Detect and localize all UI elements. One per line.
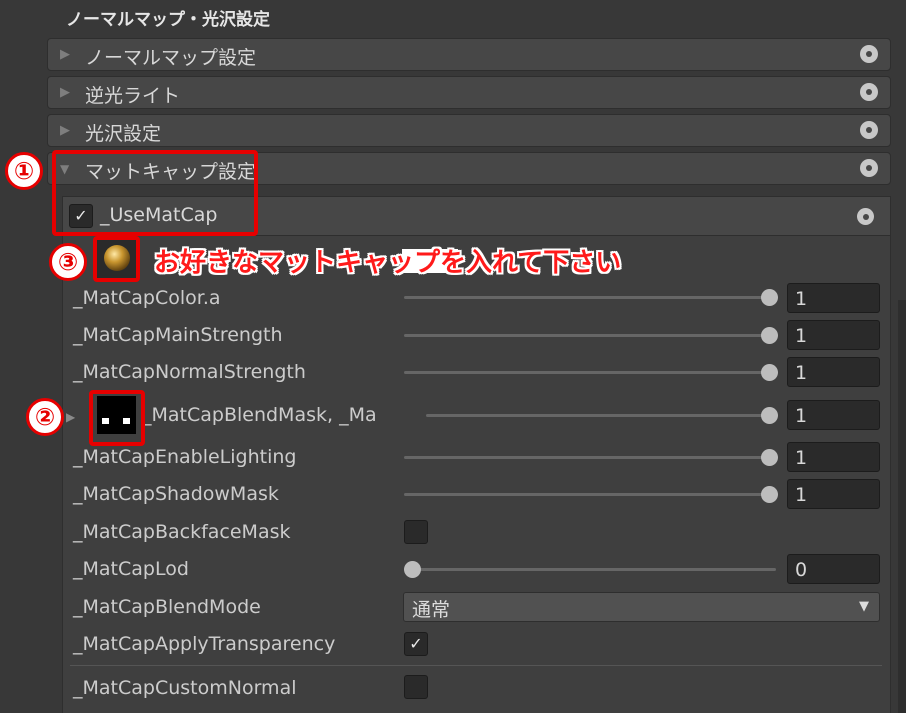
slider-track[interactable] [404,296,772,299]
value-field[interactable]: 1 [787,283,880,313]
value-field[interactable]: 1 [787,442,880,472]
foldout-label: ノーマルマップ設定 [85,47,257,69]
slider-knob[interactable] [761,364,778,381]
expand-triangle-icon[interactable]: ▶ [66,410,75,424]
slider-knob[interactable] [404,561,421,578]
slider-knob[interactable] [761,289,778,306]
backface-mask-checkbox[interactable] [404,520,428,544]
prop-matcap-backface-mask: _MatCapBackfaceMask [73,521,291,543]
gear-icon[interactable] [860,45,878,63]
value-field[interactable]: 1 [787,479,880,509]
slider-track[interactable] [404,371,772,374]
blend-mode-dropdown[interactable]: 通常 ▼ [403,592,880,622]
annotation-marker-1: ① [5,152,43,190]
foldout-label: 光沢設定 [85,123,162,145]
gear-icon[interactable] [860,159,878,177]
annotation-note: お好きなマットキャップを入れて下さい [154,248,622,278]
annotation-marker-2: ② [26,398,64,436]
gear-icon[interactable] [860,121,878,139]
annotation-box-3 [93,236,140,282]
prop-matcap-enable-lighting: _MatCapEnableLighting [73,446,297,468]
prop-matcap-lod: _MatCapLod [73,558,189,580]
slider-track[interactable] [404,568,776,571]
slider-knob[interactable] [761,449,778,466]
foldout-label: 逆光ライト [85,85,181,107]
foldout-normal-map[interactable]: ▶ ノーマルマップ設定 [47,38,891,71]
scrollbar[interactable] [898,300,906,713]
slider-knob[interactable] [761,327,778,344]
foldout-backlight[interactable]: ▶ 逆光ライト [47,76,891,109]
value-field[interactable]: 0 [787,554,880,584]
value-field[interactable]: 1 [787,320,880,350]
slider-knob[interactable] [761,486,778,503]
prop-matcap-blend-mask: _MatCapBlendMask, _Ma [142,404,377,426]
chevron-down-icon: ▼ [859,599,869,614]
annotation-box-1 [52,150,258,236]
annotation-marker-3: ③ [49,243,87,281]
slider-track[interactable] [404,493,772,496]
slider-track[interactable] [426,414,772,417]
value-field[interactable]: 1 [787,357,880,387]
collapsed-triangle-icon: ▶ [60,85,70,100]
collapsed-triangle-icon: ▶ [60,47,70,62]
custom-normal-checkbox[interactable] [404,675,428,699]
divider [70,665,882,666]
prop-matcap-normal-strength: _MatCapNormalStrength [73,361,306,383]
gear-icon[interactable] [860,83,878,101]
prop-matcap-apply-transparency: _MatCapApplyTransparency [73,633,336,655]
apply-transparency-checkbox[interactable]: ✓ [404,632,428,656]
slider-track[interactable] [404,456,772,459]
prop-matcap-shadow-mask: _MatCapShadowMask [73,483,279,505]
prop-matcap-color-a: _MatCapColor.a [73,287,221,309]
dropdown-value: 通常 [412,599,451,621]
collapsed-triangle-icon: ▶ [60,123,70,138]
gear-icon[interactable] [857,208,874,225]
slider-track[interactable] [404,334,772,337]
value-field[interactable]: 1 [787,400,880,430]
slider-knob[interactable] [761,407,778,424]
section-title: ノーマルマップ・光沢設定 [66,10,270,30]
annotation-box-2 [89,390,145,446]
prop-matcap-custom-normal: _MatCapCustomNormal [73,677,297,699]
prop-matcap-blend-mode: _MatCapBlendMode [73,596,261,618]
foldout-reflection[interactable]: ▶ 光沢設定 [47,114,891,147]
prop-matcap-main-strength: _MatCapMainStrength [73,324,283,346]
